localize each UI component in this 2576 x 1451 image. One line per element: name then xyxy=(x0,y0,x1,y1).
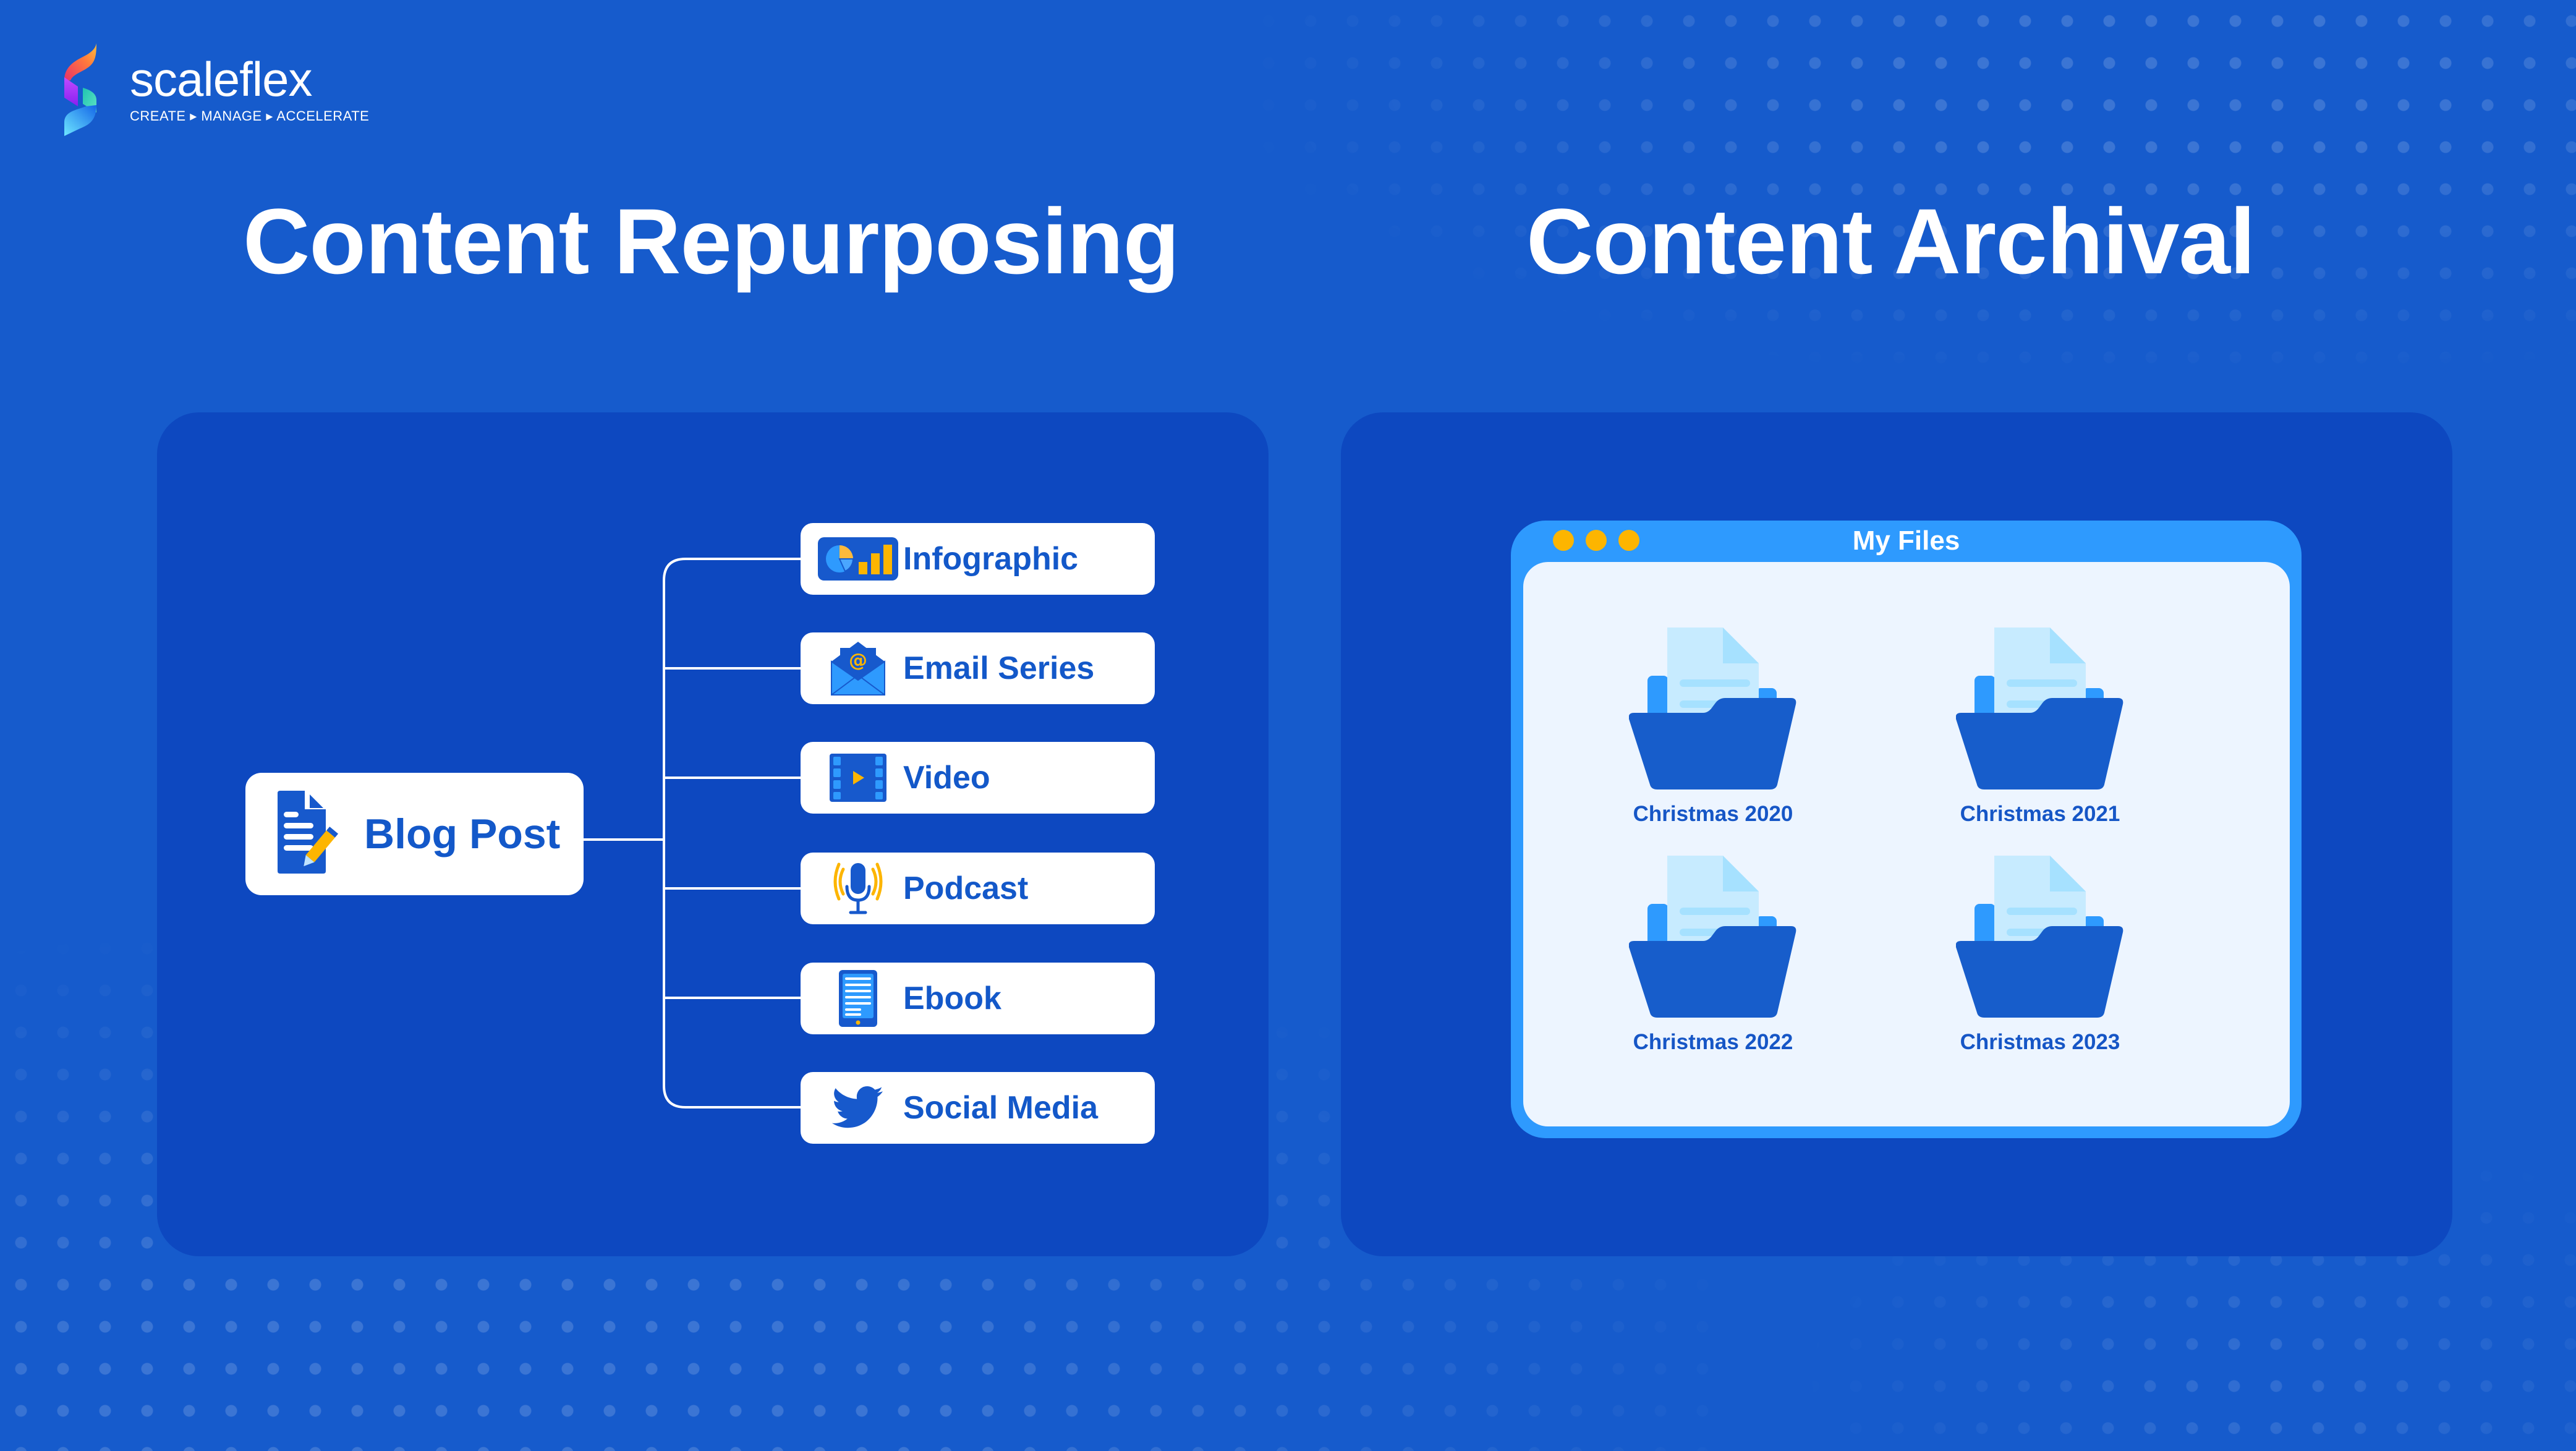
output-card-ebook[interactable]: Ebook xyxy=(801,963,1155,1034)
output-card-infographic[interactable]: Infographic xyxy=(801,523,1155,595)
output-card-email-series[interactable]: @ Email Series xyxy=(801,632,1155,704)
folder-item[interactable]: Christmas 2023 xyxy=(1910,856,2170,1055)
output-card-video[interactable]: Video xyxy=(801,742,1155,814)
svg-text:@: @ xyxy=(849,650,867,671)
twitter-bird-icon xyxy=(832,1086,883,1128)
output-label: Video xyxy=(903,760,990,796)
scaleflex-logo-icon xyxy=(64,43,96,136)
brand-logo: scaleflex CREATE ▸ MANAGE ▸ ACCELERATE xyxy=(64,43,369,136)
folder-icon xyxy=(1956,628,2123,789)
folder-label: Christmas 2022 xyxy=(1633,1030,1793,1054)
video-film-icon xyxy=(830,754,886,802)
output-label: Social Media xyxy=(903,1090,1098,1126)
section-title-archival: Content Archival xyxy=(1526,189,2256,293)
my-files-window: My Files Christmas 2020 Christmas 2021 C… xyxy=(1511,521,2302,1138)
folder-icon xyxy=(1956,856,2123,1018)
output-card-podcast[interactable]: Podcast xyxy=(801,853,1155,924)
folder-item[interactable]: Christmas 2022 xyxy=(1583,856,1843,1055)
ebook-tablet-icon xyxy=(839,970,877,1027)
folder-item[interactable]: Christmas 2021 xyxy=(1910,628,2170,827)
window-body: Christmas 2020 Christmas 2021 Christmas … xyxy=(1523,562,2290,1126)
folder-label: Christmas 2021 xyxy=(1960,802,2120,826)
output-label: Ebook xyxy=(903,981,1001,1016)
window-title: My Files xyxy=(1852,526,1960,556)
blog-post-label: Blog Post xyxy=(364,811,561,857)
folder-item[interactable]: Christmas 2020 xyxy=(1583,628,1843,827)
output-card-social-media[interactable]: Social Media xyxy=(801,1072,1155,1144)
folder-label: Christmas 2023 xyxy=(1960,1030,2120,1054)
output-label: Podcast xyxy=(903,870,1029,906)
blog-post-card[interactable]: Blog Post xyxy=(245,773,584,895)
microphone-icon xyxy=(833,862,883,914)
folder-icon xyxy=(1629,628,1796,789)
folder-icon xyxy=(1629,856,1796,1018)
section-title-repurposing: Content Repurposing xyxy=(243,189,1180,293)
document-pencil-icon xyxy=(278,791,339,874)
folder-label: Christmas 2020 xyxy=(1633,802,1793,826)
brand-name: scaleflex xyxy=(130,52,312,106)
email-envelope-icon: @ xyxy=(831,642,885,696)
output-label: Infographic xyxy=(903,541,1079,577)
infographic-chart-icon xyxy=(818,537,898,581)
brand-tagline: CREATE ▸ MANAGE ▸ ACCELERATE xyxy=(130,108,370,124)
output-label: Email Series xyxy=(903,650,1095,686)
